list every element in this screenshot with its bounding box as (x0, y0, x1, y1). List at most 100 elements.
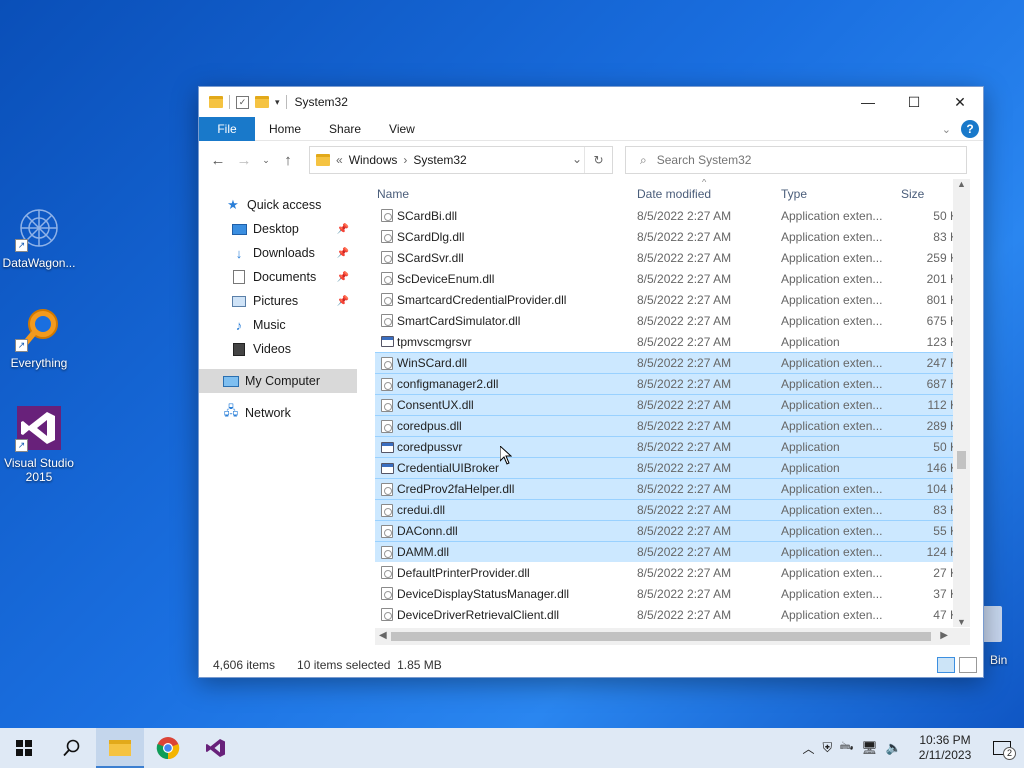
clock[interactable]: 10:36 PM 2/11/2023 (910, 733, 980, 763)
table-row[interactable]: credui.dll 8/5/2022 2:27 AM Application ex… (375, 499, 970, 520)
desktop-icon-visual-studio[interactable]: ↗ Visual Studio 2015 (0, 404, 78, 484)
desktop-icon-datawagon[interactable]: ↗ DataWagon... (0, 204, 78, 270)
address-dropdown-icon[interactable]: ⌄ (572, 152, 582, 166)
properties-icon[interactable]: ✓ (236, 95, 249, 109)
table-row[interactable]: configmanager2.dll 8/5/2022 2:27 AM Applic… (375, 373, 970, 394)
tab-share[interactable]: Share (315, 117, 375, 141)
start-button[interactable] (0, 728, 48, 768)
address-overflow[interactable]: « (336, 153, 343, 167)
shortcut-arrow-icon: ↗ (15, 239, 28, 252)
nav-videos[interactable]: Videos (199, 337, 357, 361)
file-type: Application exten... (781, 482, 883, 496)
file-type: Application exten... (781, 503, 883, 517)
customize-toolbar-dropdown-icon[interactable]: ▾ (275, 97, 280, 108)
file-name: SCardSvr.dll (397, 250, 464, 265)
title-bar[interactable]: ✓ ▾ System32 — ☐ ✕ (199, 87, 983, 117)
horizontal-scroll-thumb[interactable] (391, 632, 931, 641)
table-row[interactable]: coredpussvr 8/5/2022 2:27 AM Application 50… (375, 436, 970, 457)
file-type: Application exten... (781, 229, 883, 244)
pin-icon[interactable]: 📌 (337, 272, 349, 283)
table-row[interactable]: CredentialUIBroker 8/5/2022 2:27 AM Applic… (375, 457, 970, 478)
nav-desktop[interactable]: Desktop 📌 (199, 217, 357, 241)
nav-downloads[interactable]: ↓ Downloads 📌 (199, 241, 357, 265)
table-row[interactable]: DeviceDisplayStatusManager.dll 8/5/2022 2… (375, 583, 970, 604)
table-row[interactable]: WinSCard.dll 8/5/2022 2:27 AM Application … (375, 352, 970, 373)
search-input[interactable] (656, 153, 937, 167)
breadcrumb-windows[interactable]: Windows (349, 153, 398, 167)
table-row[interactable]: ScDeviceEnum.dll 8/5/2022 2:27 AM Applicat… (375, 268, 970, 289)
table-row[interactable]: DefaultPrinterProvider.dll 8/5/2022 2:27 … (375, 562, 970, 583)
large-icons-view-button[interactable] (959, 657, 977, 673)
connected-devices-icon[interactable]: 🖦 (840, 737, 853, 759)
file-date: 8/5/2022 2:27 AM (637, 250, 732, 265)
details-view-button[interactable] (937, 657, 955, 673)
scroll-left-icon[interactable]: ◀ (379, 630, 387, 641)
table-row[interactable]: SmartcardCredentialProvider.dll 8/5/2022 … (375, 289, 970, 310)
file-type: Application exten... (781, 313, 883, 328)
table-row[interactable]: DeviceDriverRetrievalClient.dll 8/5/2022 … (375, 604, 970, 625)
taskbar-file-explorer[interactable] (96, 728, 144, 768)
scroll-up-icon[interactable]: ▲ (953, 179, 970, 189)
new-folder-icon[interactable] (255, 96, 269, 108)
address-bar[interactable]: « Windows › System32 ⌄ ↻ (309, 146, 613, 174)
back-button[interactable]: ← (207, 149, 229, 171)
show-hidden-icons-icon[interactable]: ︿ (803, 740, 815, 757)
column-header-date[interactable]: Date modified (637, 187, 711, 201)
search-box[interactable]: ⌕ (625, 146, 967, 174)
maximize-button[interactable]: ☐ (891, 87, 937, 117)
recent-locations-dropdown[interactable]: ⌄ (259, 149, 273, 171)
file-type: Application exten... (781, 356, 883, 370)
nav-network[interactable]: 🖧 Network (199, 401, 357, 425)
column-header-name[interactable]: Name (377, 187, 409, 201)
taskbar-search-button[interactable] (48, 728, 96, 768)
column-header-size[interactable]: Size (901, 187, 924, 201)
volume-icon[interactable]: 🔈 (886, 740, 902, 756)
taskbar-chrome[interactable] (144, 728, 192, 768)
network-status-icon[interactable]: 🖥 (861, 740, 878, 756)
help-icon[interactable]: ? (961, 120, 979, 138)
minimize-button[interactable]: — (845, 87, 891, 117)
windows-logo-icon (16, 740, 32, 756)
forward-button[interactable]: → (233, 149, 255, 171)
vertical-scroll-thumb[interactable] (957, 451, 966, 469)
table-row[interactable]: SmartCardSimulator.dll 8/5/2022 2:27 AM Ap… (375, 310, 970, 331)
nav-music[interactable]: ♪ Music (199, 313, 357, 337)
nav-quick-access[interactable]: ★ Quick access (199, 193, 357, 217)
action-center-button[interactable]: 2 (988, 734, 1016, 762)
table-row[interactable]: DAMM.dll 8/5/2022 2:27 AM Application exte… (375, 541, 970, 562)
tab-home[interactable]: Home (255, 117, 315, 141)
file-name: credui.dll (397, 503, 446, 517)
table-row[interactable]: SCardDlg.dll 8/5/2022 2:27 AM Application … (375, 226, 970, 247)
taskbar-visual-studio[interactable] (192, 728, 240, 768)
nav-documents[interactable]: Documents 📌 (199, 265, 357, 289)
breadcrumb-system32[interactable]: System32 (413, 153, 466, 167)
nav-my-computer[interactable]: My Computer (199, 369, 357, 393)
table-row[interactable]: DAConn.dll 8/5/2022 2:27 AM Application ex… (375, 520, 970, 541)
item-count: 4,606 items (213, 658, 276, 672)
security-icon[interactable]: ⛨ (823, 740, 833, 756)
scroll-right-icon[interactable]: ▶ (940, 630, 948, 641)
column-header-type[interactable]: Type (781, 187, 807, 201)
pin-icon[interactable]: 📌 (337, 296, 349, 307)
vertical-scrollbar[interactable]: ▲ ▼ (953, 179, 970, 627)
table-row[interactable]: coredpus.dll 8/5/2022 2:27 AM Application … (375, 415, 970, 436)
table-row[interactable]: ConsentUX.dll 8/5/2022 2:27 AM Application… (375, 394, 970, 415)
table-row[interactable]: CredProv2faHelper.dll 8/5/2022 2:27 AM App… (375, 478, 970, 499)
refresh-icon[interactable]: ↻ (584, 147, 612, 173)
expand-ribbon-icon[interactable]: ⌄ (942, 123, 951, 136)
scroll-down-icon[interactable]: ▼ (953, 617, 970, 627)
desktop-icon-everything[interactable]: ↗ Everything (0, 304, 78, 370)
close-button[interactable]: ✕ (937, 87, 983, 117)
file-date: 8/5/2022 2:27 AM (637, 503, 732, 517)
table-row[interactable]: tpmvscmgrsvr 8/5/2022 2:27 AM Application 1… (375, 331, 970, 352)
pin-icon[interactable]: 📌 (337, 224, 349, 235)
nav-pictures[interactable]: Pictures 📌 (199, 289, 357, 313)
file-name: ConsentUX.dll (397, 398, 474, 412)
up-button[interactable]: ↑ (277, 149, 299, 171)
tab-file[interactable]: File (199, 116, 255, 141)
table-row[interactable]: SCardBi.dll 8/5/2022 2:27 AM Application e… (375, 205, 970, 226)
table-row[interactable]: SCardSvr.dll 8/5/2022 2:27 AM Application … (375, 247, 970, 268)
horizontal-scrollbar[interactable]: ◀ ▶ (375, 628, 970, 645)
tab-view[interactable]: View (375, 117, 429, 141)
pin-icon[interactable]: 📌 (337, 248, 349, 259)
